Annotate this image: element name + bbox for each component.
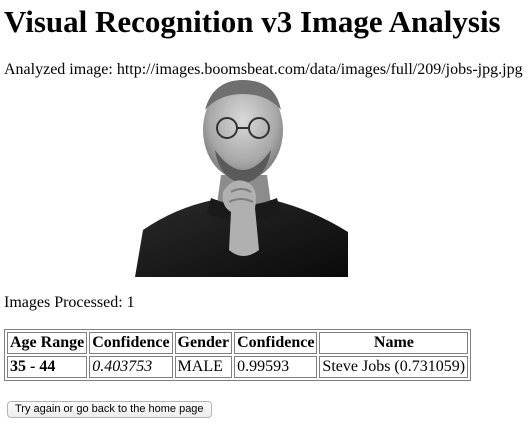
column-header-name: Name	[319, 332, 469, 354]
results-header-row: Age Range Confidence Gender Confidence N…	[7, 332, 469, 354]
analyzed-image-line: Analyzed image: http://images.boomsbeat.…	[4, 60, 523, 80]
age-range-cell: 35 - 44	[7, 356, 88, 378]
home-button[interactable]: Try again or go back to the home page	[7, 401, 212, 418]
images-processed-line: Images Processed: 1	[4, 293, 135, 313]
images-processed-count: 1	[126, 294, 135, 311]
analyzed-image-label: Analyzed image:	[4, 61, 117, 78]
age-confidence-cell: 0.403753	[89, 356, 173, 378]
analyzed-photo	[135, 80, 348, 277]
results-table: Age Range Confidence Gender Confidence N…	[4, 329, 472, 381]
gender-cell: MALE	[174, 356, 233, 378]
portrait-image	[135, 80, 348, 277]
column-header-age-range: Age Range	[7, 332, 88, 354]
column-header-age-confidence: Confidence	[89, 332, 173, 354]
analyzed-image-url: http://images.boomsbeat.com/data/images/…	[116, 61, 523, 78]
name-cell: Steve Jobs (0.731059)	[319, 356, 469, 378]
images-processed-label: Images Processed:	[4, 294, 127, 311]
column-header-gender-confidence: Confidence	[234, 332, 318, 354]
gender-confidence-cell: 0.99593	[234, 356, 318, 378]
page-title: Visual Recognition v3 Image Analysis	[4, 4, 501, 39]
table-row: 35 - 44 0.403753 MALE 0.99593 Steve Jobs…	[7, 356, 469, 378]
column-header-gender: Gender	[174, 332, 233, 354]
